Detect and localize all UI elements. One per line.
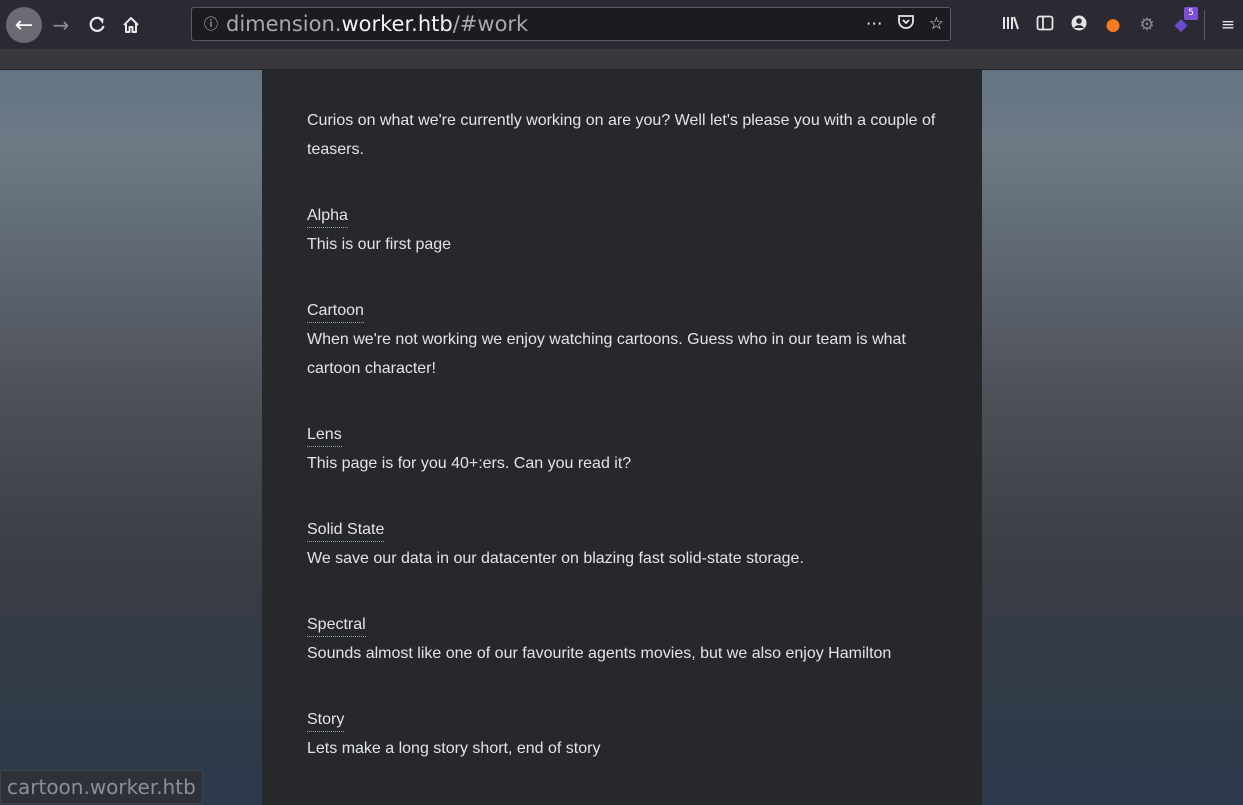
list-item: Alpha This is our first page — [307, 201, 947, 259]
url-bar[interactable]: ⓘ dimension.worker.htb/#work ⋯ ☆ — [191, 7, 951, 41]
extension-icon[interactable]: ◆ 5 — [1170, 7, 1198, 35]
back-button[interactable]: ← — [6, 7, 42, 43]
work-section: Curios on what we're currently working o… — [307, 106, 947, 763]
item-description: This page is for you 40+:ers. Can you re… — [307, 455, 632, 472]
link-status-bar: cartoon.worker.htb — [0, 770, 203, 804]
menu-icon[interactable]: ≡ — [1217, 15, 1239, 35]
home-button[interactable] — [118, 8, 144, 42]
list-item: Solid State We save our data in our data… — [307, 515, 947, 573]
item-description: We save our data in our datacenter on bl… — [307, 550, 804, 567]
foxy-proxy-icon[interactable]: ● — [1102, 15, 1124, 35]
library-icon[interactable] — [1000, 15, 1022, 36]
item-link-cartoon[interactable]: Cartoon — [307, 300, 364, 323]
intro-text: Curios on what we're currently working o… — [307, 112, 936, 158]
toolbar-icons: ● ⚙ ◆ 5 ≡ — [1000, 7, 1239, 42]
arrow-left-icon: ← — [14, 12, 34, 38]
content-panel: Curios on what we're currently working o… — [262, 70, 982, 805]
list-item: Lens This page is for you 40+:ers. Can y… — [307, 420, 947, 478]
item-description: When we're not working we enjoy watching… — [307, 331, 906, 377]
item-description: This is our first page — [307, 236, 452, 253]
arrow-right-icon: → — [52, 13, 70, 37]
bookmark-star-icon[interactable]: ☆ — [929, 14, 944, 34]
url-host: worker.htb — [341, 12, 453, 36]
url-text[interactable]: dimension.worker.htb/#work — [226, 12, 528, 36]
reload-button[interactable] — [84, 8, 110, 42]
extension-badge: 5 — [1184, 7, 1198, 20]
page-actions-icon[interactable]: ⋯ — [866, 14, 883, 34]
list-item: Cartoon When we're not working we enjoy … — [307, 296, 947, 383]
reload-icon — [89, 16, 105, 32]
item-description: Sounds almost like one of our favourite … — [307, 645, 892, 662]
item-link-solid-state[interactable]: Solid State — [307, 519, 385, 542]
pocket-icon[interactable] — [897, 13, 915, 36]
url-actions: ⋯ ☆ — [866, 8, 944, 40]
url-subdomain: dimension. — [226, 12, 342, 36]
url-path: /#work — [452, 12, 529, 36]
list-item: Spectral Sounds almost like one of our f… — [307, 610, 947, 668]
account-icon[interactable] — [1068, 14, 1090, 37]
item-link-spectral[interactable]: Spectral — [307, 614, 366, 637]
site-info-icon[interactable]: ⓘ — [196, 14, 226, 34]
item-link-alpha[interactable]: Alpha — [307, 205, 348, 228]
forward-button[interactable]: → — [48, 8, 74, 42]
toolbar-bottom-strip — [0, 49, 1243, 70]
home-icon — [123, 17, 139, 33]
item-link-lens[interactable]: Lens — [307, 424, 342, 447]
list-item: Story Lets make a long story short, end … — [307, 705, 947, 763]
wappalyzer-icon[interactable]: ⚙ — [1136, 15, 1158, 35]
sidebar-icon[interactable] — [1034, 15, 1056, 36]
item-link-story[interactable]: Story — [307, 709, 345, 732]
browser-toolbar: ← → ⓘ dimension.worker.htb/#work ⋯ ☆ ● ⚙… — [0, 0, 1243, 51]
item-description: Lets make a long story short, end of sto… — [307, 740, 601, 757]
toolbar-separator — [1204, 10, 1205, 40]
